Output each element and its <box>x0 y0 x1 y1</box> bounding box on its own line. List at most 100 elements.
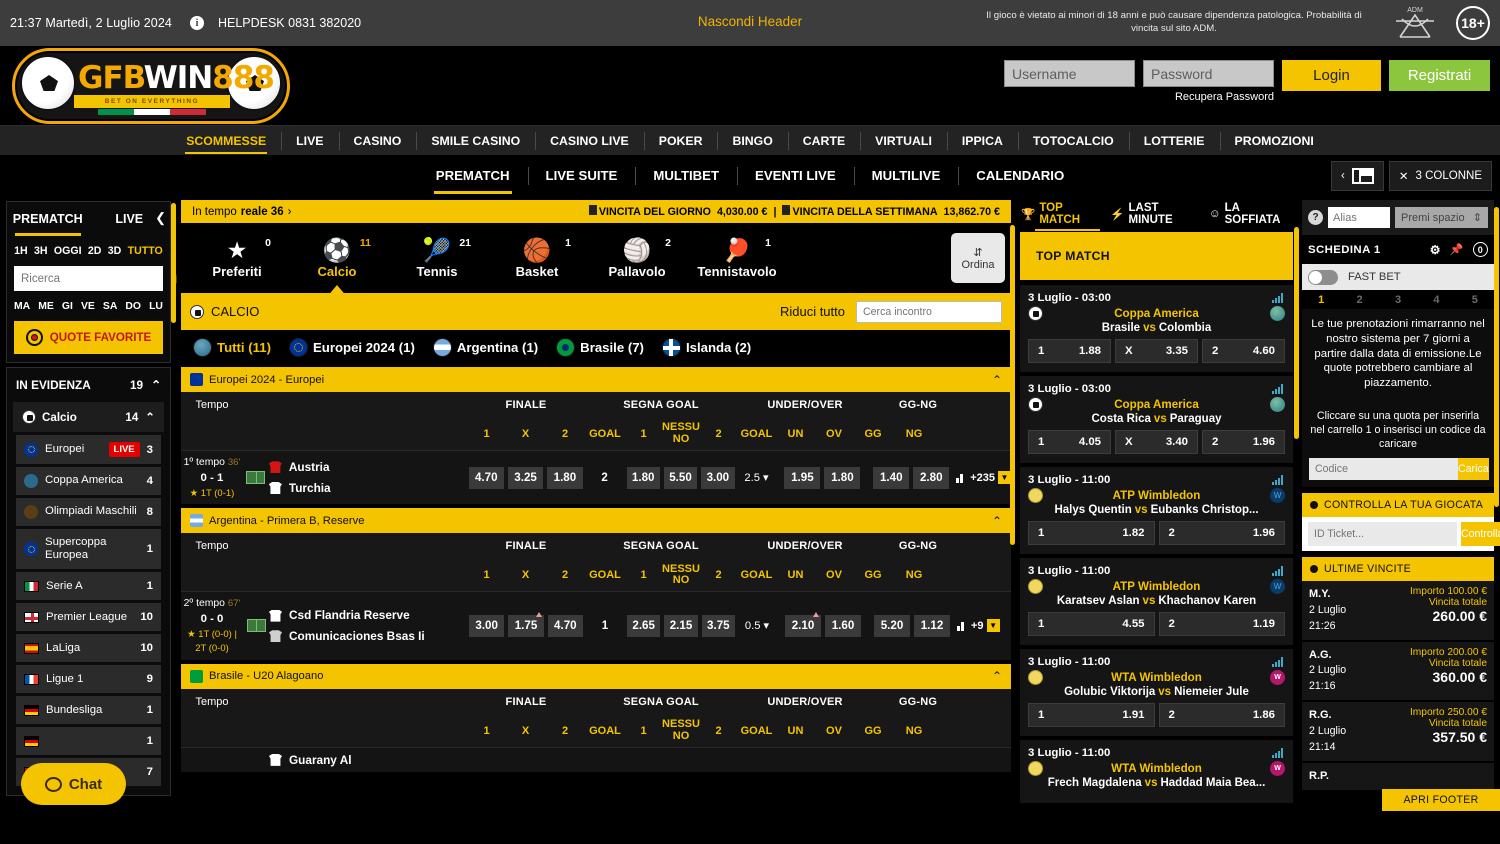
day-filter-ma[interactable]: MA <box>14 301 30 312</box>
table-row[interactable]: Guarany Al <box>181 747 1011 774</box>
sport-tab-tennistavolo[interactable]: 1 🏓 Tennistavolo <box>687 237 787 279</box>
odd-button[interactable]: 1.95 <box>784 466 821 489</box>
slip-tab-5[interactable]: 5 <box>1456 294 1494 306</box>
odd-button[interactable]: X 3.35 <box>1115 339 1198 363</box>
top-match-tab-la-soffiata[interactable]: ☺ LA SOFFIATA <box>1209 202 1292 226</box>
match-search-input[interactable] <box>856 300 1002 323</box>
favorite-odds-button[interactable]: QUOTE FAVORITE <box>14 321 163 354</box>
top-match-card[interactable]: 3 Luglio - 11:00 ATP Wimbledon Halys Quent… <box>1020 467 1293 554</box>
under-over-line-select[interactable]: 2.5 ▾ <box>737 471 777 484</box>
day-filter-lu[interactable]: LU <box>149 301 163 312</box>
sidebar-item-laliga[interactable]: LaLiga 10 <box>16 634 161 663</box>
sidebar-item-europei[interactable]: Europei LIVE 3 <box>16 435 161 464</box>
pitch-icon-cell[interactable] <box>243 619 269 633</box>
sidebar-tab-prematch[interactable]: PREMATCH <box>7 202 89 236</box>
sidebar-item-serie-a[interactable]: Serie A 1 <box>16 572 161 601</box>
odd-button[interactable]: 2 1.96 <box>1158 521 1285 545</box>
odd-button[interactable]: 2.15 <box>664 614 698 637</box>
chat-button[interactable]: Chat <box>21 763 126 805</box>
subnav-item-prematch[interactable]: PREMATCH <box>418 155 528 197</box>
reduce-all-button[interactable]: Riduci tutto <box>780 304 845 319</box>
odd-button[interactable]: 1 1.88 <box>1028 339 1111 363</box>
sidebar-search[interactable] <box>14 266 177 291</box>
username-input[interactable] <box>1004 60 1135 87</box>
period-filter-1h[interactable]: 1H <box>14 245 28 257</box>
top-match-card[interactable]: 3 Luglio - 03:00 Coppa America Brasile vs Co… <box>1020 285 1293 372</box>
odd-button[interactable]: 4.70 <box>468 466 504 489</box>
odd-button[interactable]: 2 1.19 <box>1158 612 1285 636</box>
gear-icon[interactable]: ⚙ <box>1430 243 1441 257</box>
period-filter-oggi[interactable]: OGGI <box>54 245 82 257</box>
chevron-up-icon[interactable]: ⌃ <box>992 514 1002 528</box>
nav-item-live[interactable]: LIVE <box>281 126 338 156</box>
highlights-header[interactable]: IN EVIDENZA 19 ⌃ <box>7 368 170 402</box>
sport-tab-calcio[interactable]: 11 ⚽ Calcio <box>287 237 387 298</box>
slip-tab-2[interactable]: 2 <box>1340 294 1378 306</box>
odd-button[interactable]: 3.75 <box>701 614 735 637</box>
nav-item-poker[interactable]: POKER <box>643 126 718 156</box>
country-filter-br[interactable]: Brasile (7) <box>556 337 644 357</box>
columns-button[interactable]: ✕ 3 COLONNE <box>1388 161 1492 191</box>
odd-button[interactable]: 2.80 <box>913 466 950 489</box>
premi-spazio-select[interactable]: Premi spazio ⇕ <box>1395 207 1488 228</box>
league-header[interactable]: Europei 2024 - Europei ⌃ <box>181 367 1011 392</box>
sidebar-collapse-icon[interactable]: ❮ <box>155 210 166 226</box>
odd-button[interactable]: 2.10 <box>785 611 821 637</box>
odd-button[interactable]: 1.80 <box>824 466 861 489</box>
odd-button[interactable]: 2 1.96 <box>1202 430 1285 454</box>
day-filter-ve[interactable]: VE <box>81 301 95 312</box>
period-filter-3d[interactable]: 3D <box>108 245 122 257</box>
nav-item-casino[interactable]: CASINO <box>338 126 417 156</box>
odd-button[interactable]: 1 1.91 <box>1028 703 1155 727</box>
site-logo[interactable]: GFBWIN888 BET ON EVERYTHING <box>12 48 290 124</box>
odd-button[interactable]: 5.50 <box>663 466 698 489</box>
subnav-item-calendario[interactable]: CALENDARIO <box>958 155 1082 197</box>
odd-button[interactable]: X 3.40 <box>1115 430 1198 454</box>
sidebar-item-coppa-america[interactable]: Coppa America 4 <box>16 467 161 495</box>
odd-button[interactable]: 1.75 <box>508 611 544 637</box>
sidebar-item-bundesliga[interactable]: Bundesliga 1 <box>16 696 161 725</box>
nav-item-totocalcio[interactable]: TOTOCALCIO <box>1017 126 1129 156</box>
table-row[interactable]: 1º tempo 36' 0 - 1 ★ 1T (0-1) Austria Turchi… <box>181 451 1011 506</box>
ticket-id-input[interactable] <box>1308 521 1457 546</box>
sport-tab-tennis[interactable]: 21 🎾 Tennis <box>387 237 487 279</box>
top-match-card[interactable]: 3 Luglio - 11:00 ATP Wimbledon Karatsev As… <box>1020 558 1293 645</box>
nav-item-virtuali[interactable]: VIRTUALI <box>860 126 947 156</box>
league-header[interactable]: Argentina - Primera B, Reserve ⌃ <box>181 508 1011 534</box>
question-icon[interactable]: ? <box>1308 210 1323 225</box>
period-filter-3h[interactable]: 3H <box>34 245 48 257</box>
sidebar-item-ligue-1[interactable]: Ligue 1 9 <box>16 665 161 694</box>
alias-input[interactable] <box>1328 207 1390 228</box>
sport-tab-basket[interactable]: 1 🏀 Basket <box>487 237 587 279</box>
top-match-card[interactable]: 3 Luglio - 03:00 Coppa America Costa Rica v… <box>1020 376 1293 463</box>
odd-button[interactable]: 1 4.55 <box>1028 612 1155 636</box>
sidebar-item-premier-league[interactable]: Premier League 10 <box>16 603 161 632</box>
pin-icon[interactable]: 📌 <box>1450 243 1464 256</box>
odd-button[interactable]: 3.25 <box>507 466 544 489</box>
register-button[interactable]: Registrati <box>1389 60 1490 91</box>
slip-tab-1[interactable]: 1 <box>1302 294 1340 306</box>
nav-item-casino-live[interactable]: CASINO LIVE <box>535 126 644 156</box>
password-input[interactable] <box>1143 60 1274 87</box>
login-button[interactable]: Login <box>1282 60 1381 91</box>
nav-item-promozioni[interactable]: PROMOZIONI <box>1219 126 1329 156</box>
country-filter-ar[interactable]: Argentina (1) <box>432 337 538 357</box>
nav-item-scommesse[interactable]: SCOMMESSE <box>171 126 281 156</box>
period-filter-2d[interactable]: 2D <box>88 245 102 257</box>
top-match-scrollbar[interactable] <box>1294 227 1299 439</box>
live-arrow-icon[interactable]: › <box>288 206 292 218</box>
odd-button[interactable]: 4.70 <box>547 614 583 637</box>
day-filter-sa[interactable]: SA <box>103 301 117 312</box>
subnav-item-live-suite[interactable]: LIVE SUITE <box>527 155 636 197</box>
slip-tab-3[interactable]: 3 <box>1379 294 1417 306</box>
top-match-card[interactable]: 3 Luglio - 11:00 WTA Wimbledon Golubic Vik… <box>1020 649 1293 736</box>
more-markets[interactable]: +9 ▼ <box>957 619 1000 633</box>
odd-button[interactable]: 1.40 <box>873 466 910 489</box>
nav-item-ippica[interactable]: IPPICA <box>946 126 1018 156</box>
nav-item-smile-casino[interactable]: SMILE CASINO <box>416 126 535 156</box>
odd-button[interactable]: 2 1.86 <box>1158 703 1285 727</box>
country-filter-eu[interactable]: Europei 2024 (1) <box>288 337 415 357</box>
open-footer-button[interactable]: APRI FOOTER <box>1382 789 1500 811</box>
table-row[interactable]: 2º tempo 67' 0 - 0 ★ 1T (0-0) | 2T (0-0) Cs… <box>181 592 1011 661</box>
sport-tab-preferiti[interactable]: 0 ★ Preferiti <box>187 237 287 279</box>
